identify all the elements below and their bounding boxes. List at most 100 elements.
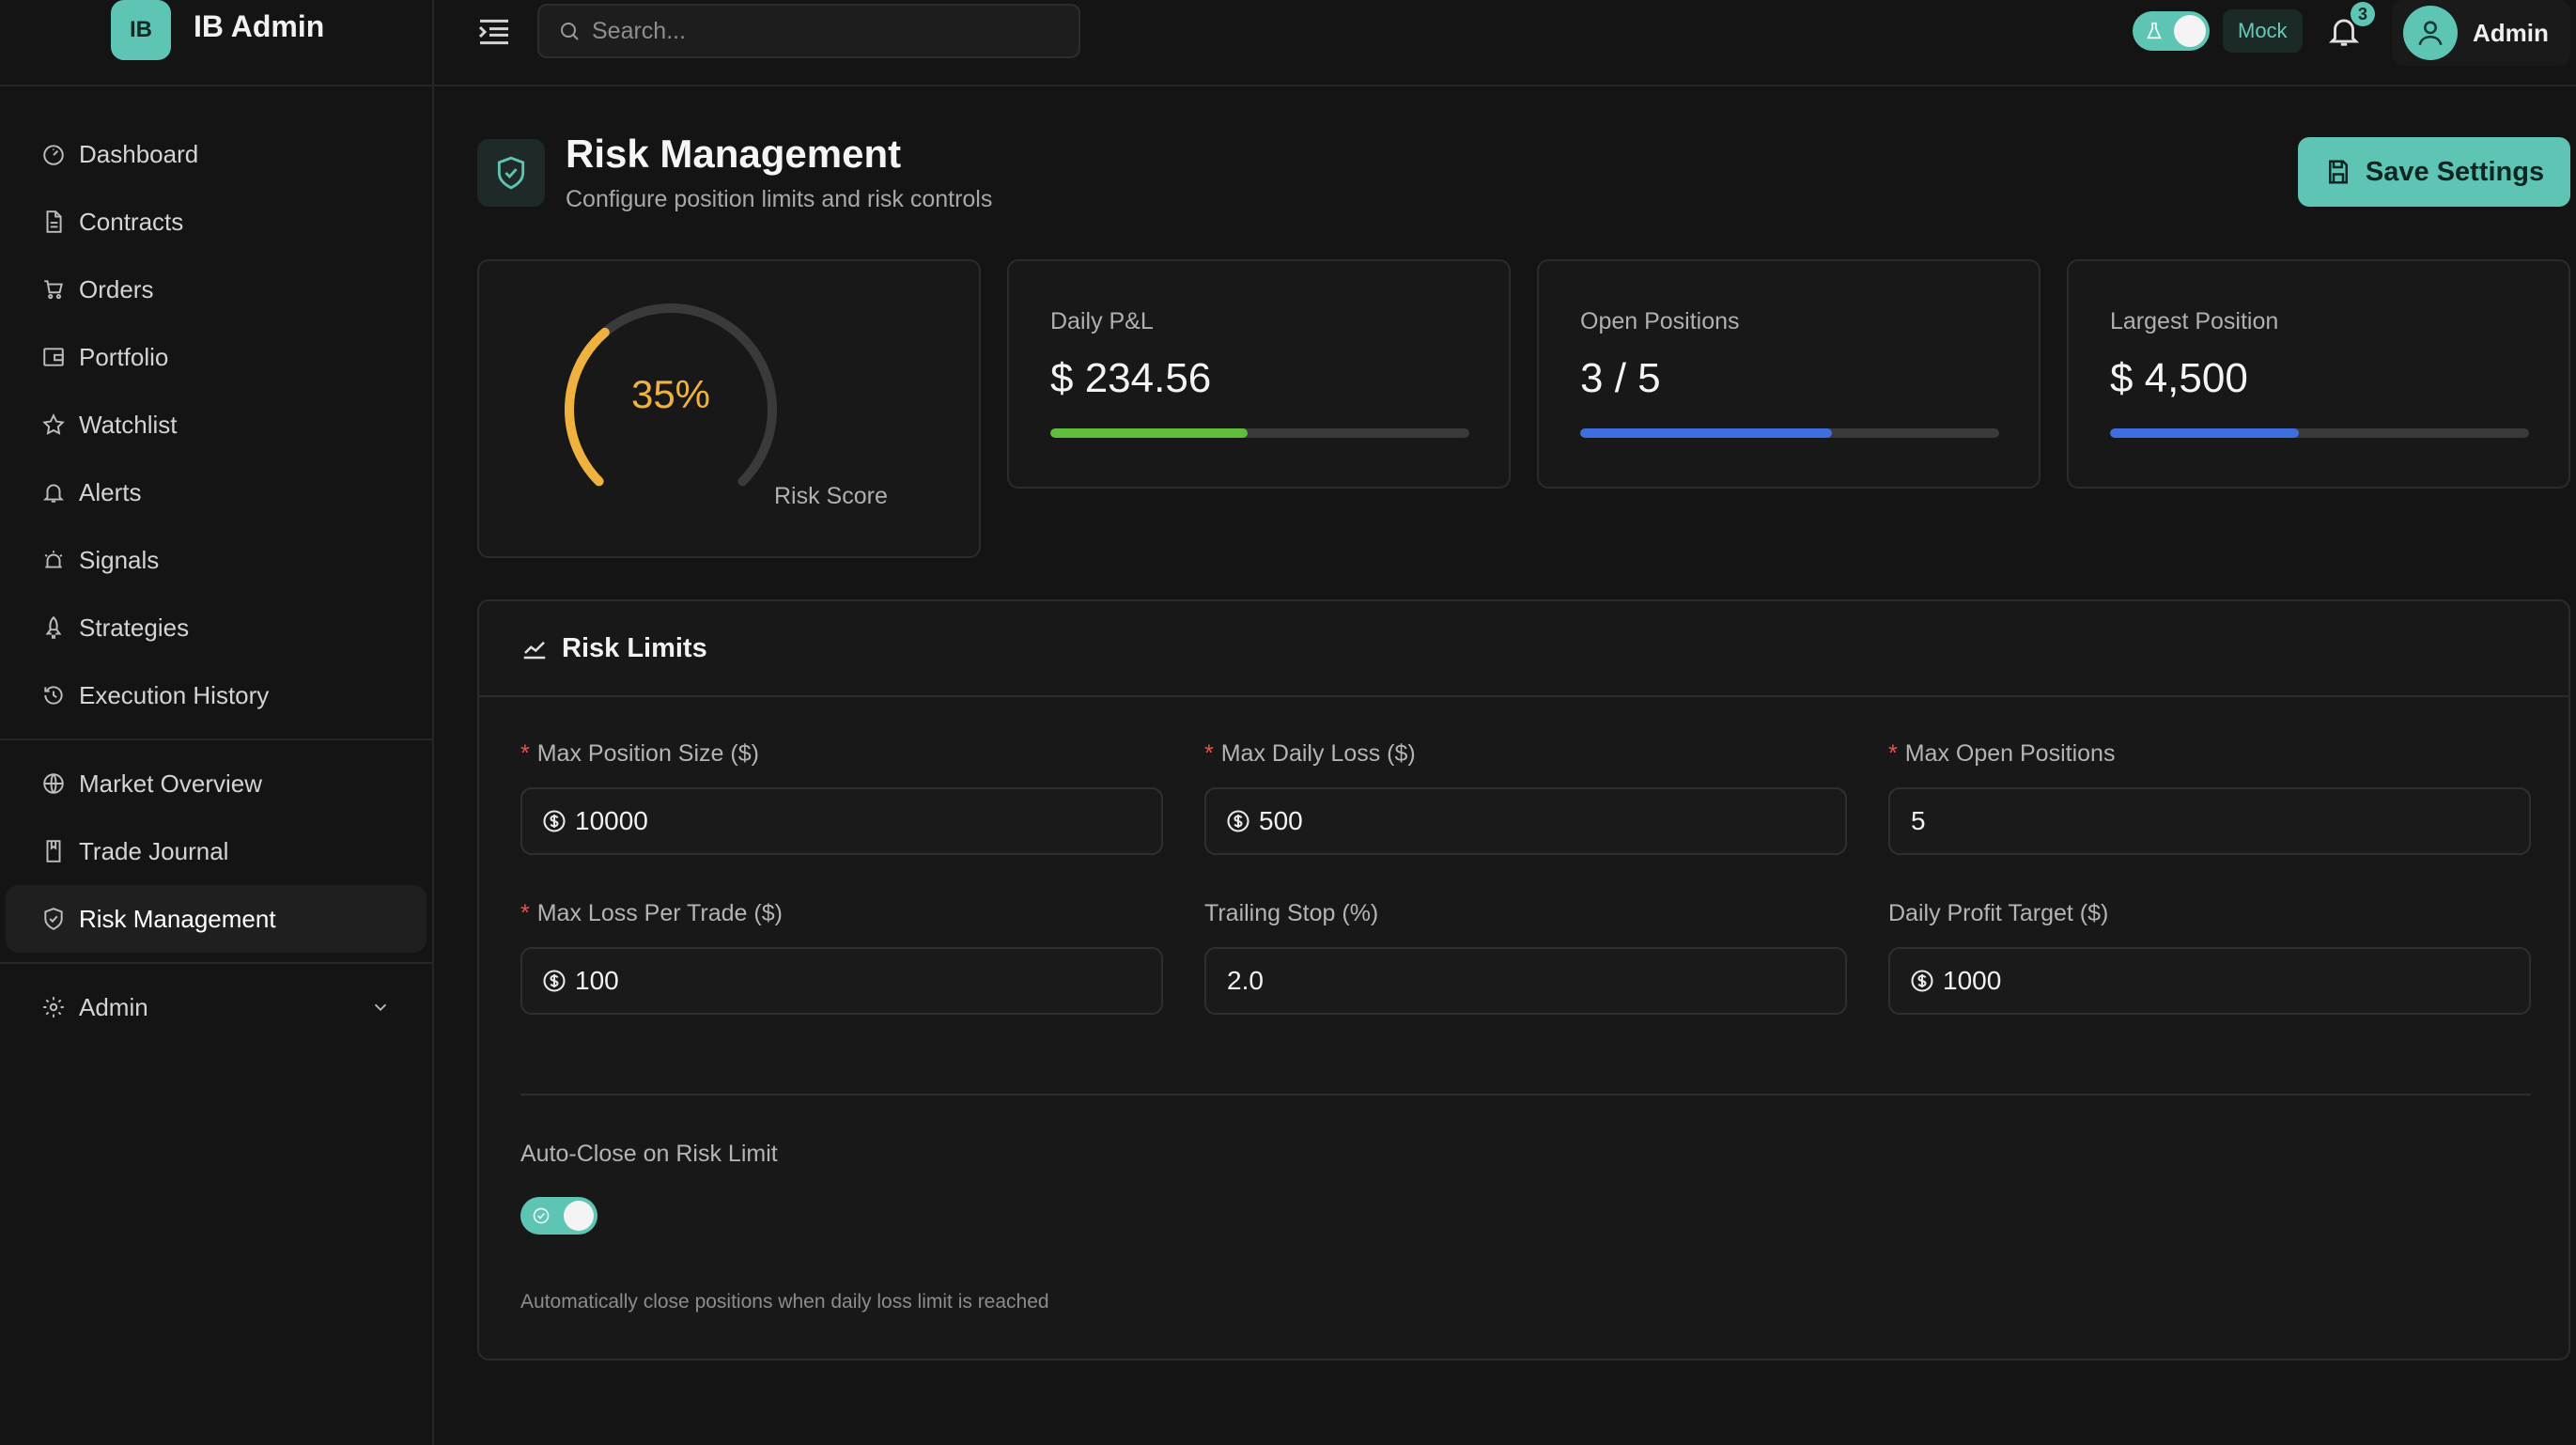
page-subtitle: Configure position limits and risk contr…	[566, 186, 993, 212]
dashboard-icon	[41, 141, 79, 167]
app-root: IB IB Admin Dashboard Contracts Orders P…	[0, 0, 2576, 1445]
field-label-text: Daily Profit Target ($)	[1888, 900, 2109, 926]
auto-close-label: Auto-Close on Risk Limit	[520, 1141, 778, 1167]
sidebar-item-label: Signals	[79, 545, 160, 574]
risk-score-value: 35%	[630, 372, 711, 416]
sidebar-item-contracts[interactable]: Contracts	[6, 188, 427, 256]
field-label-text: Max Position Size ($)	[536, 740, 759, 767]
section-divider	[520, 1094, 2531, 1095]
shield-icon	[41, 906, 79, 932]
toggle-knob	[564, 1201, 594, 1231]
line-chart-icon	[523, 641, 546, 660]
required-marker: *	[1204, 740, 1214, 767]
brand-name: IB Admin	[194, 9, 325, 43]
input-box	[520, 947, 1163, 1015]
largest-position-card: Largest Position $ 4,500	[2067, 259, 2570, 489]
field-label: * Max Open Positions	[1888, 740, 2531, 772]
flask-icon	[2147, 22, 2162, 39]
sidebar-item-risk-management[interactable]: Risk Management	[6, 885, 427, 953]
dollar-icon	[1911, 970, 1933, 992]
sidebar-divider	[0, 962, 432, 964]
save-icon	[2328, 160, 2348, 184]
field-label: * Max Loss Per Trade ($)	[520, 900, 1163, 932]
field-label: * Max Daily Loss ($)	[1204, 740, 1847, 772]
field-label: Trailing Stop (%)	[1204, 900, 1847, 932]
max-loss-per-trade-field: * Max Loss Per Trade ($)	[520, 900, 1163, 1015]
dollar-icon	[1227, 810, 1249, 832]
cart-icon	[41, 276, 79, 303]
stat-progress-fill	[1580, 428, 1832, 438]
sidebar-item-execution-history[interactable]: Execution History	[6, 661, 427, 729]
sidebar-item-admin[interactable]: Admin	[6, 973, 427, 1041]
stat-label: Open Positions	[1580, 308, 1740, 334]
trailing-stop-input[interactable]	[1225, 966, 1845, 996]
sidebar-item-portfolio[interactable]: Portfolio	[6, 323, 427, 391]
max-open-positions-field: * Max Open Positions	[1888, 740, 2531, 855]
brand-logo: IB	[111, 0, 171, 60]
sidebar-item-signals[interactable]: Signals	[6, 526, 427, 594]
sidebar-item-label: Contracts	[79, 207, 184, 236]
bell-icon	[41, 479, 79, 505]
required-marker: *	[520, 900, 530, 926]
max-loss-per-trade-input[interactable]	[573, 966, 1161, 996]
notification-count-badge: 3	[2351, 2, 2375, 26]
sidebar-item-trade-journal[interactable]: Trade Journal	[6, 817, 427, 885]
sidebar-item-label: Watchlist	[79, 410, 178, 439]
input-box	[1888, 947, 2531, 1015]
save-settings-button[interactable]: Save Settings	[2298, 137, 2570, 207]
sidebar-item-alerts[interactable]: Alerts	[6, 458, 427, 526]
stat-value: $ 4,500	[2110, 355, 2248, 401]
book-icon	[41, 838, 79, 864]
page-shield-icon	[477, 139, 545, 207]
sidebar-divider	[0, 738, 432, 740]
stat-progress-fill	[1050, 428, 1248, 438]
wallet-icon	[41, 344, 79, 370]
save-settings-label: Save Settings	[2365, 156, 2545, 187]
max-daily-loss-input[interactable]	[1257, 806, 1845, 836]
max-position-size-field: * Max Position Size ($)	[520, 740, 1163, 855]
max-position-size-input[interactable]	[573, 806, 1161, 836]
input-box	[1204, 947, 1847, 1015]
required-marker: *	[520, 740, 530, 767]
daily-profit-target-input[interactable]	[1941, 966, 2529, 996]
sidebar-item-watchlist[interactable]: Watchlist	[6, 391, 427, 458]
history-icon	[41, 682, 79, 708]
sidebar-item-label: Market Overview	[79, 769, 263, 798]
stat-progress-fill	[2110, 428, 2299, 438]
max-open-positions-input[interactable]	[1909, 806, 2529, 836]
sidebar-item-label: Admin	[79, 992, 148, 1021]
sidebar-item-label: Alerts	[79, 477, 142, 506]
chevron-down-icon	[374, 1003, 387, 1012]
search-input[interactable]	[592, 17, 1079, 45]
sidebar-item-market-overview[interactable]: Market Overview	[6, 750, 427, 817]
auto-close-toggle[interactable]	[520, 1197, 597, 1235]
sidebar-item-orders[interactable]: Orders	[6, 256, 427, 323]
brand: IB IB Admin	[0, 0, 432, 86]
stat-value: $ 234.56	[1050, 355, 1212, 401]
user-menu[interactable]: Admin	[2392, 0, 2570, 66]
menu-toggle-icon[interactable]	[475, 13, 513, 51]
sidebar-item-strategies[interactable]: Strategies	[6, 594, 427, 661]
globe-icon	[41, 770, 79, 797]
risk-score-label: Risk Score	[774, 483, 888, 509]
stat-label: Daily P&L	[1050, 308, 1154, 334]
user-icon	[2418, 21, 2443, 46]
rocket-icon	[41, 614, 79, 641]
input-box	[1888, 787, 2531, 855]
sidebar-item-label: Portfolio	[79, 342, 169, 371]
stat-progress-bar	[1050, 428, 1469, 438]
field-label: * Max Position Size ($)	[520, 740, 1163, 772]
sidebar-item-dashboard[interactable]: Dashboard	[6, 120, 427, 188]
file-icon	[41, 209, 79, 235]
sidebar-item-label: Dashboard	[79, 139, 199, 168]
toggle-knob	[2174, 15, 2206, 47]
search-icon	[561, 23, 579, 40]
mock-mode-toggle[interactable]	[2133, 11, 2210, 51]
risk-limits-panel: Risk Limits *Max Position Size ($) *Max …	[477, 599, 2570, 1360]
star-icon	[41, 412, 79, 438]
sidebar-item-label: Execution History	[79, 680, 270, 709]
sidebar-item-label: Strategies	[79, 613, 190, 642]
daily-profit-target-field: Daily Profit Target ($)	[1888, 900, 2531, 1015]
input-box	[1204, 787, 1847, 855]
open-positions-card: Open Positions 3 / 5	[1537, 259, 2041, 489]
